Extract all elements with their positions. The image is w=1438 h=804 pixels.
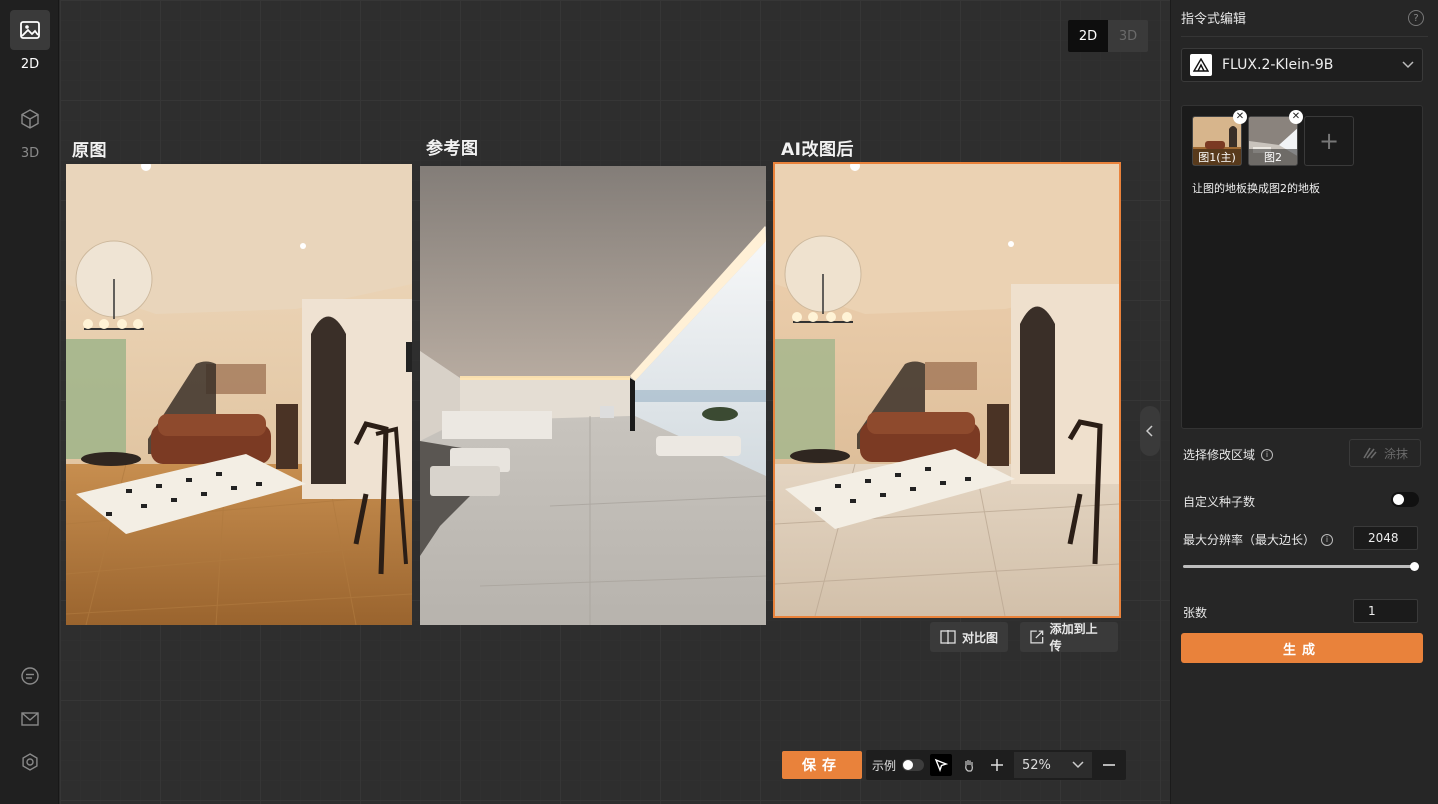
pointer-tool-icon[interactable] (930, 754, 953, 776)
reference-image[interactable] (420, 166, 766, 625)
region-select-row: 选择修改区域 i (1183, 446, 1274, 463)
slider-handle[interactable] (1410, 562, 1419, 571)
count-row: 张数 (1183, 604, 1207, 621)
chevron-left-icon (1146, 425, 1153, 437)
thumbnail-label: 图1(主) (1193, 149, 1241, 165)
mode-3d-button[interactable]: 3D (1108, 20, 1148, 52)
app-root: 2D 3D 2D 3D 原图 参考图 AI改图后 对比图 添加到上传 保存 示例… (0, 0, 1438, 804)
compare-icon (940, 630, 956, 644)
seed-row: 自定义种子数 (1183, 493, 1255, 510)
model-select[interactable]: FLUX.2-Klein-9B (1181, 48, 1423, 82)
remove-thumbnail-icon[interactable]: ✕ (1233, 110, 1247, 124)
original-image[interactable] (66, 164, 412, 625)
count-input[interactable]: 1 (1353, 599, 1418, 623)
add-to-upload-label: 添加到上传 (1049, 622, 1098, 653)
zoom-select[interactable]: 52% (1014, 752, 1093, 778)
smear-label: 涂抹 (1383, 446, 1408, 461)
settings-icon[interactable] (18, 750, 42, 774)
collapse-panel-button[interactable] (1140, 406, 1160, 456)
seed-label: 自定义种子数 (1183, 495, 1256, 509)
remove-thumbnail-icon[interactable]: ✕ (1289, 110, 1303, 124)
example-toggle[interactable] (902, 759, 925, 771)
divider (1181, 36, 1428, 37)
zoom-out-icon[interactable] (1098, 754, 1120, 776)
resolution-slider[interactable] (1183, 562, 1419, 571)
mode-2d-button[interactable]: 2D (1068, 20, 1108, 52)
cube-icon (10, 99, 50, 139)
bottom-toolbar: 保存 示例 52% (782, 750, 1127, 780)
example-label: 示例 (872, 758, 897, 773)
info-icon[interactable]: i (1321, 533, 1334, 546)
rail-item-label: 2D (20, 57, 40, 72)
resolution-input[interactable]: 2048 (1353, 526, 1418, 550)
info-icon[interactable]: i (1261, 448, 1274, 461)
rail-item-3d[interactable]: 3D (10, 99, 50, 161)
help-icon[interactable]: ? (1408, 10, 1424, 26)
canvas-tools: 示例 52% (866, 750, 1127, 780)
chevron-down-icon (1072, 761, 1084, 769)
thumbnail-label: 图2 (1249, 149, 1297, 165)
rail-item-2d[interactable]: 2D (10, 10, 50, 72)
count-label: 张数 (1183, 606, 1208, 620)
canvas[interactable]: 2D 3D 原图 参考图 AI改图后 对比图 添加到上传 保存 示例 52% (60, 0, 1170, 804)
seed-toggle[interactable] (1391, 492, 1419, 507)
model-logo-icon (1190, 54, 1212, 76)
chat-icon[interactable] (18, 664, 42, 688)
resolution-row: 最大分辨率（最大边长） i (1183, 531, 1334, 548)
zoom-value: 52% (1022, 757, 1051, 773)
hand-tool-icon[interactable] (958, 754, 980, 776)
original-image-title: 原图 (72, 141, 107, 161)
add-to-upload-icon (1030, 630, 1044, 644)
thumbnail-2[interactable]: 图2 (1248, 116, 1298, 166)
region-label: 选择修改区域 (1183, 448, 1256, 462)
image-icon (10, 10, 50, 50)
ai-result-image[interactable] (773, 162, 1121, 618)
mode-toggle: 2D 3D (1068, 20, 1148, 52)
model-name: FLUX.2-Klein-9B (1222, 57, 1334, 73)
smear-button[interactable]: 涂抹 (1349, 439, 1421, 467)
mail-icon[interactable] (18, 707, 42, 731)
compare-button[interactable]: 对比图 (930, 622, 1008, 652)
reference-image-title: 参考图 (426, 139, 479, 159)
chevron-down-icon (1402, 61, 1414, 69)
zoom-in-icon[interactable] (986, 754, 1008, 776)
left-rail: 2D 3D (0, 0, 59, 804)
generate-button[interactable]: 生成 (1181, 633, 1423, 663)
rail-item-label: 3D (20, 146, 40, 161)
compare-label: 对比图 (962, 630, 999, 645)
prompt-text[interactable]: 让图的地板换成图2的地板 (1192, 180, 1320, 196)
add-image-button[interactable]: + (1304, 116, 1354, 166)
panel-title: 指令式编辑 (1181, 12, 1247, 27)
thumbnail-main[interactable]: 图1(主) (1192, 116, 1242, 166)
ai-result-title: AI改图后 (781, 140, 854, 160)
brush-icon (1363, 447, 1377, 459)
resolution-label: 最大分辨率（最大边长） (1183, 533, 1316, 547)
save-button[interactable]: 保存 (782, 751, 862, 779)
right-panel: 指令式编辑 ? FLUX.2-Klein-9B 图1(主) ✕ 图2 ✕ + 让… (1170, 0, 1438, 804)
prompt-area[interactable]: 图1(主) ✕ 图2 ✕ + 让图的地板换成图2的地板 (1181, 105, 1423, 429)
add-to-upload-button[interactable]: 添加到上传 (1020, 622, 1118, 653)
